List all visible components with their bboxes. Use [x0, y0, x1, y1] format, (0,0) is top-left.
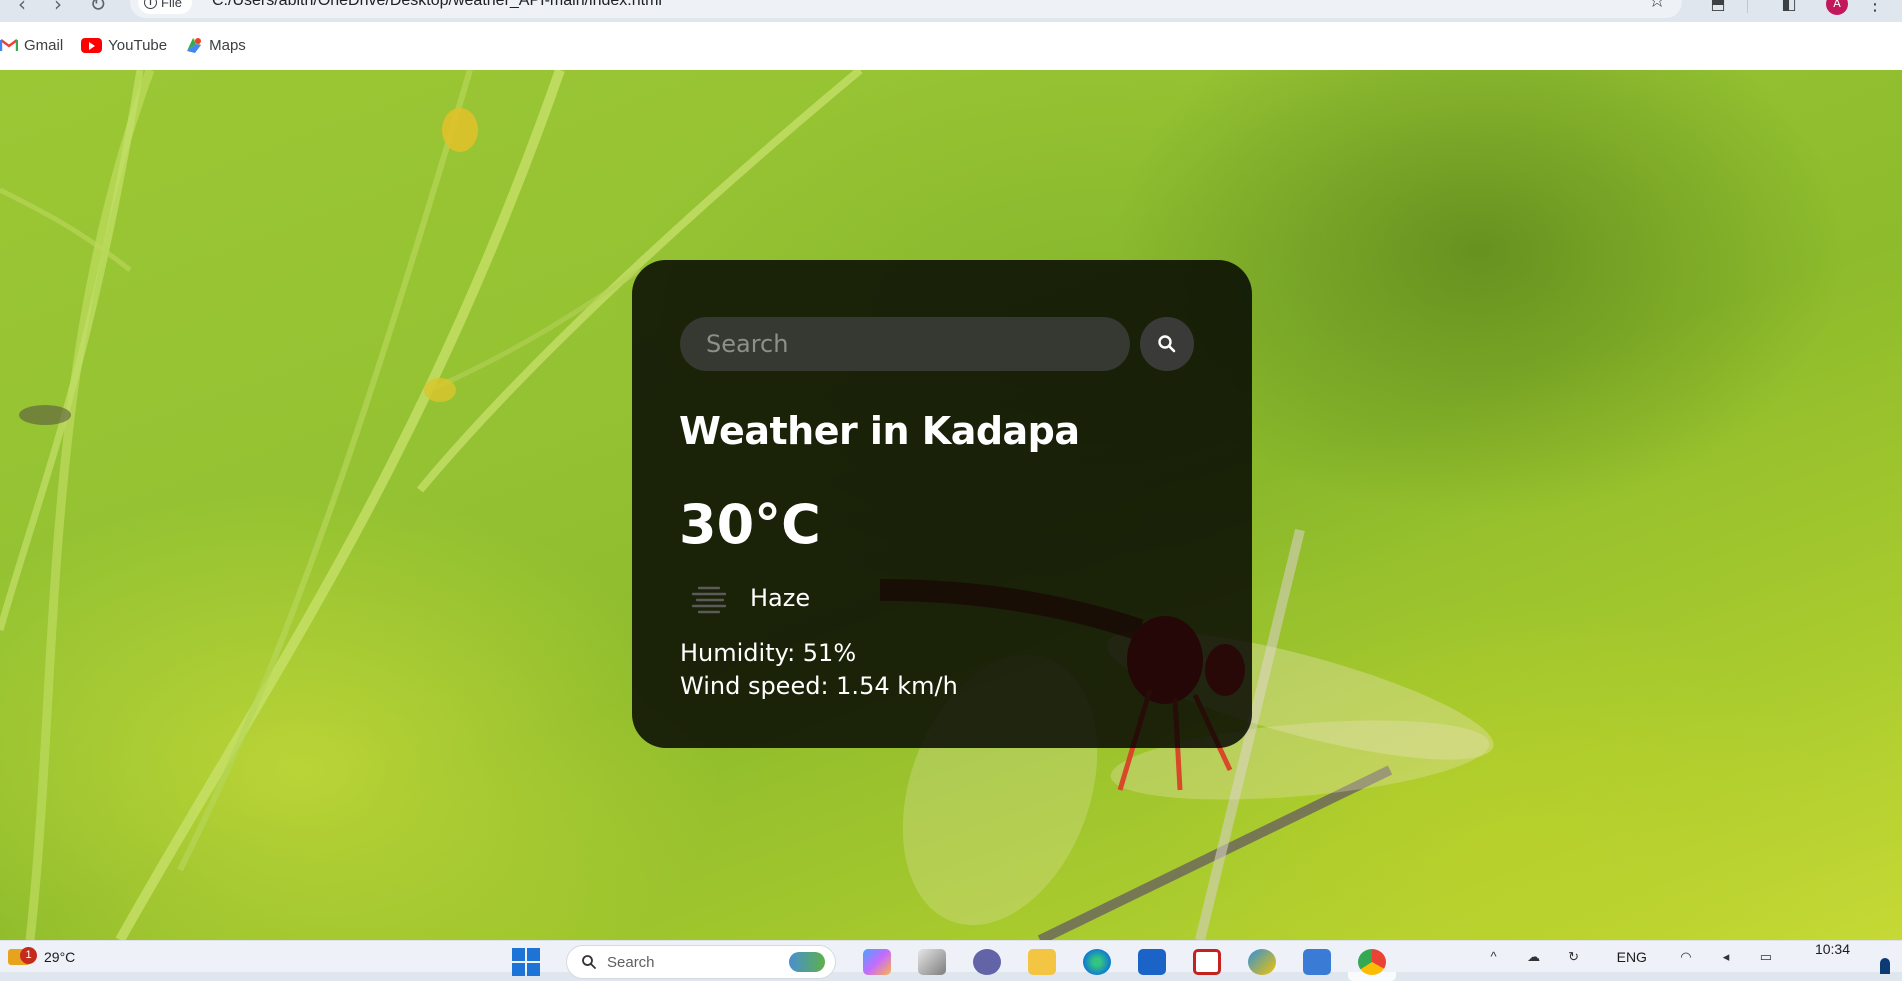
- description-row: Haze: [687, 578, 810, 618]
- split-view-icon[interactable]: ◧: [1778, 0, 1800, 14]
- reload-icon[interactable]: ↻: [86, 0, 110, 16]
- edge-icon[interactable]: [1083, 949, 1111, 975]
- gmail-icon: [0, 38, 19, 52]
- youtube-icon: [81, 37, 103, 53]
- bookmarks-bar: Gmail YouTube Maps: [0, 30, 264, 60]
- toolbar-right: ⬒ ◧ A ⋮: [1677, 0, 1902, 18]
- bookmark-gmail[interactable]: Gmail: [0, 37, 63, 54]
- copilot-icon[interactable]: [863, 949, 891, 975]
- menu-icon[interactable]: ⋮: [1866, 0, 1884, 15]
- address-bar-row: ‹ › ↻ i File C:/Users/abith/OneDrive/Des…: [0, 0, 1902, 22]
- search-icon: [1158, 335, 1176, 353]
- chevron-up-icon[interactable]: ^: [1485, 949, 1503, 965]
- back-icon[interactable]: ‹: [10, 0, 34, 16]
- chrome-icon[interactable]: [1348, 943, 1396, 981]
- bookmark-maps[interactable]: Maps: [185, 36, 246, 54]
- city-title: Weather in Kadapa: [679, 409, 1080, 453]
- search-button[interactable]: [1140, 317, 1194, 371]
- bookmark-label: Gmail: [24, 36, 64, 54]
- humidity-text: Humidity: 51%: [680, 639, 857, 667]
- weather-widget-icon: 1: [8, 947, 37, 965]
- onedrive-icon[interactable]: ☁: [1525, 949, 1543, 965]
- taskbar: 1 29°C Search ^ ☁ ↻ ENG ◠ ◂ ▭ 10:34: [0, 940, 1902, 981]
- gmail-app-icon[interactable]: [1193, 949, 1221, 975]
- site-chip-label: File: [161, 0, 182, 10]
- widget-temperature: 29°C: [44, 949, 76, 965]
- bookmark-label: YouTube: [108, 36, 168, 54]
- page-viewport: Weather in Kadapa 30°C Haze Humidity: 51…: [0, 70, 1902, 940]
- url-text[interactable]: C:/Users/abith/OneDrive/Desktop/weather_…: [212, 0, 662, 10]
- bookmark-label: Maps: [209, 36, 246, 54]
- teams-icon[interactable]: [973, 949, 1001, 975]
- weather-widget[interactable]: 1 29°C: [8, 941, 75, 973]
- bookmark-star-icon[interactable]: ☆: [1648, 0, 1666, 12]
- sync-icon[interactable]: ↻: [1565, 949, 1583, 965]
- battery-icon[interactable]: ▭: [1757, 949, 1775, 965]
- maps-icon: [185, 36, 203, 54]
- system-tray: ^ ☁ ↻ ENG ◠ ◂ ▭ 10:34: [1463, 941, 1902, 974]
- forward-icon[interactable]: ›: [46, 0, 70, 16]
- taskbar-search-label: Search: [607, 953, 655, 971]
- site-info-chip[interactable]: i File: [138, 0, 192, 14]
- search-icon: [582, 955, 596, 969]
- file-explorer-icon[interactable]: [1028, 949, 1056, 975]
- search-highlight-icon: [789, 952, 825, 972]
- wind-speed-text: Wind speed: 1.54 km/h: [680, 672, 958, 700]
- profile-avatar[interactable]: A: [1826, 0, 1848, 15]
- toolbar-separator: [1747, 0, 1748, 13]
- downloads-icon[interactable]: ⬒: [1707, 0, 1729, 14]
- notepad-icon[interactable]: [1303, 949, 1331, 975]
- search-row: [680, 317, 1194, 371]
- weather-description: Haze: [750, 584, 811, 612]
- notification-badge: 1: [20, 947, 37, 964]
- wifi-icon[interactable]: ◠: [1677, 949, 1695, 965]
- taskbar-search[interactable]: Search: [566, 945, 836, 979]
- city-search-input[interactable]: [680, 317, 1130, 371]
- temperature: 30°C: [679, 493, 821, 556]
- haze-icon: [691, 586, 727, 614]
- browser-chrome: ‹ › ↻ i File C:/Users/abith/OneDrive/Des…: [0, 0, 1902, 70]
- task-view-icon[interactable]: [918, 949, 946, 975]
- weather-card: Weather in Kadapa 30°C Haze Humidity: 51…: [632, 260, 1252, 748]
- omnibox[interactable]: i File C:/Users/abith/OneDrive/Desktop/w…: [130, 0, 1682, 18]
- clock[interactable]: 10:34: [1815, 941, 1850, 957]
- info-icon: i: [144, 0, 157, 9]
- store-icon[interactable]: [1138, 949, 1166, 975]
- language-indicator[interactable]: ENG: [1617, 949, 1647, 965]
- volume-icon[interactable]: ◂: [1717, 949, 1735, 965]
- taskbar-apps: Search: [512, 943, 1396, 981]
- photos-icon[interactable]: [1248, 949, 1276, 975]
- bookmark-youtube[interactable]: YouTube: [81, 37, 167, 54]
